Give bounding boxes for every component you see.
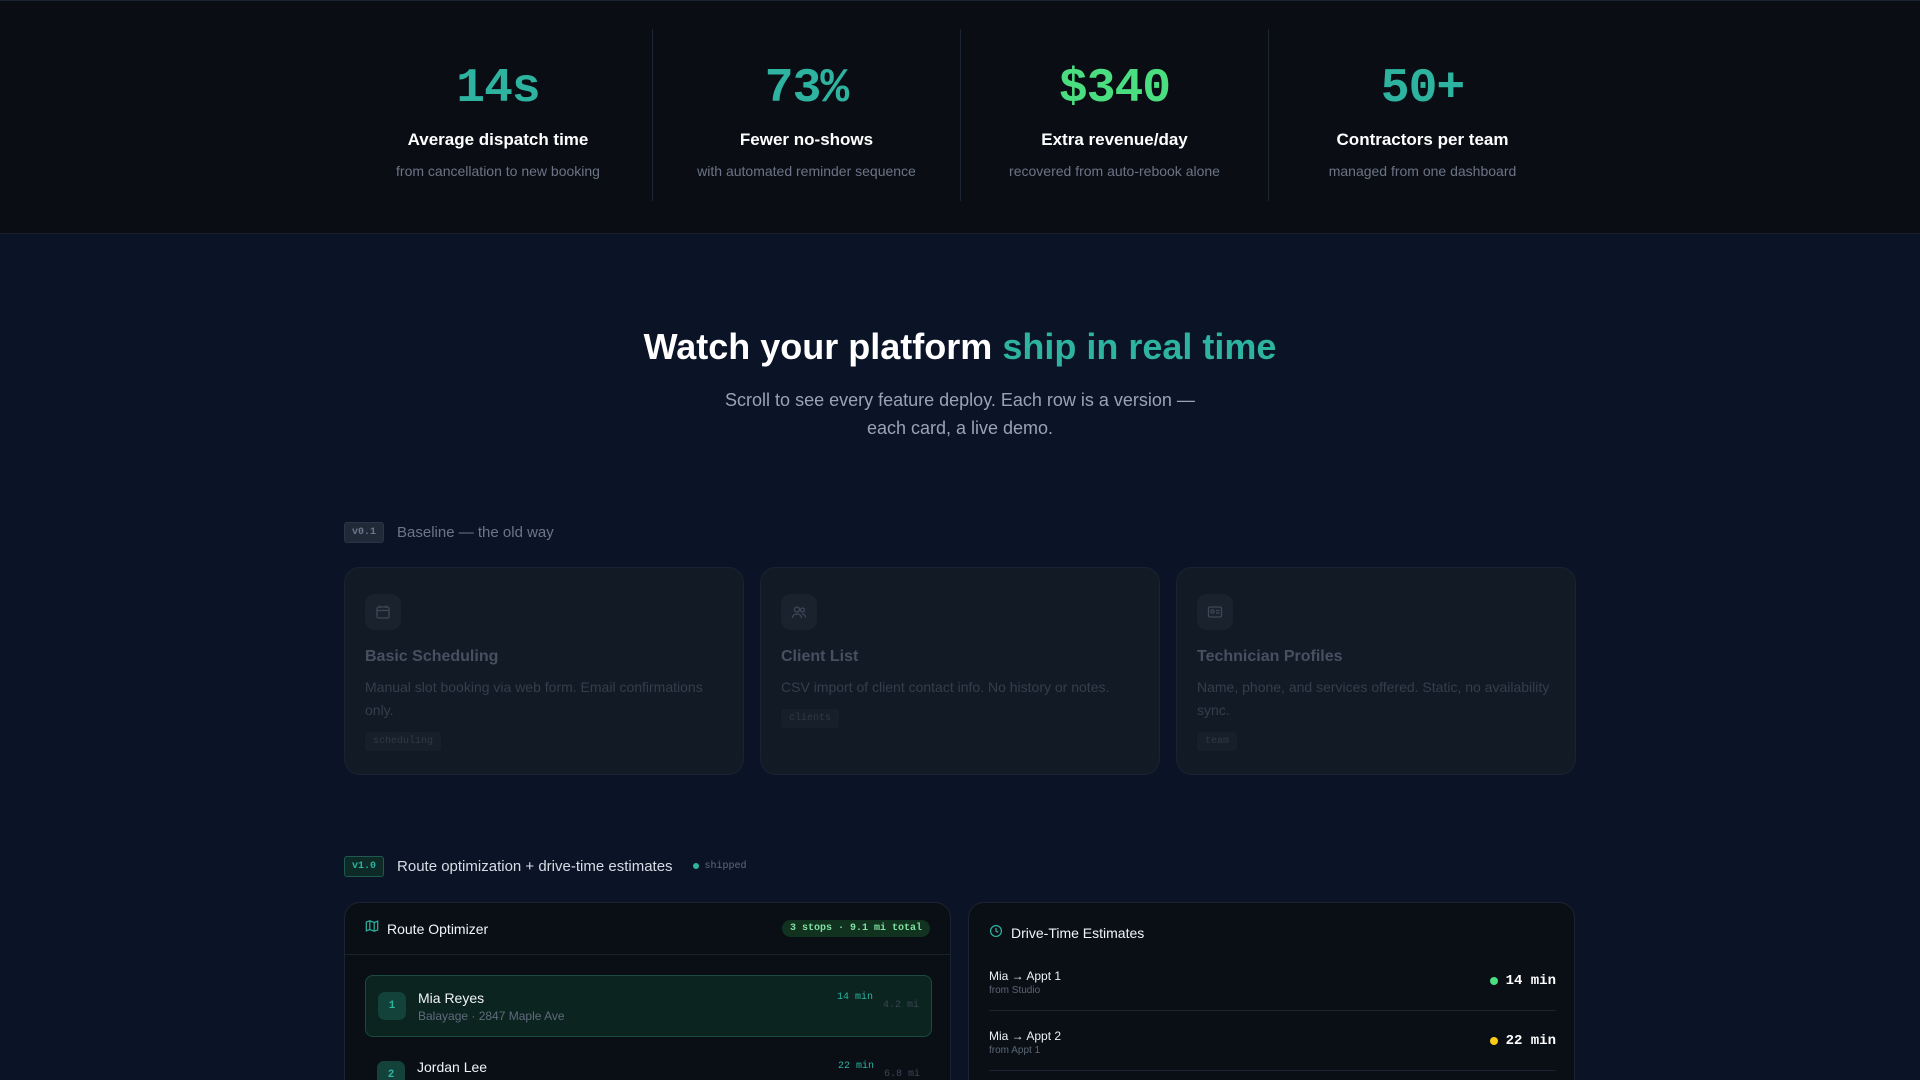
id-card-icon <box>1197 594 1233 630</box>
feature-card-basic-scheduling: Basic Scheduling Manual slot booking via… <box>344 567 744 775</box>
stop-number: 2 <box>377 1061 405 1080</box>
card-description: CSV import of client contact info. No hi… <box>781 679 1110 695</box>
stats-band: 14s Average dispatch time from cancellat… <box>0 0 1920 234</box>
card-title: Basic Scheduling <box>365 648 499 665</box>
hero-subtitle: Scroll to see every feature deploy. Each… <box>725 390 1195 438</box>
drive-minutes: 22 min <box>1505 1033 1556 1049</box>
card-tag: clients <box>781 709 840 728</box>
panel-header: Route Optimizer 3 stops · 9.1 mi total <box>345 903 950 955</box>
panel-title: Route Optimizer <box>387 920 489 937</box>
clock-icon <box>989 924 1003 943</box>
version-label: Route optimization + drive-time estimate… <box>397 857 673 875</box>
stop-drive-time: 22 min <box>837 1061 874 1072</box>
users-icon <box>781 594 817 630</box>
status-dot <box>1489 1037 1498 1045</box>
card-description: Manual slot booking via web form. Email … <box>365 679 703 718</box>
card-tag: team <box>1197 732 1238 751</box>
stop-client-name: Mia Reyes <box>418 990 485 1006</box>
route-summary-badge: 3 stops · 9.1 mi total <box>781 920 930 937</box>
drive-origin: from Appt 1 <box>989 1045 1041 1056</box>
route-stop[interactable]: 1 Mia Reyes Balayage · 2847 Maple Ave 14… <box>365 975 932 1037</box>
drive-route: Mia → Appt 2 <box>989 1029 1062 1043</box>
stat-contractors: 50+ Contractors per team managed from on… <box>1268 29 1576 201</box>
stat-subtitle: managed from one dashboard <box>1328 163 1517 179</box>
drive-time-row: Mia → Appt 1 from Studio 14 min <box>989 961 1556 1011</box>
stop-client-name: Jordan Lee <box>417 1059 488 1075</box>
stat-value: 14s <box>456 62 540 116</box>
status-dot <box>692 863 699 869</box>
stat-subtitle: recovered from auto-rebook alone <box>1009 163 1220 179</box>
panel-title: Drive-Time Estimates <box>1011 925 1145 941</box>
card-title: Technician Profiles <box>1197 648 1343 665</box>
drive-route: Mia → Appt 1 <box>989 969 1062 983</box>
version-label: Baseline — the old way <box>397 523 554 541</box>
version-row-release: v1.0 Route optimization + drive-time est… <box>344 854 747 878</box>
route-stop[interactable]: 2 Jordan Lee 22 min 6.8 mi <box>365 1045 932 1080</box>
status-dot <box>1489 977 1498 985</box>
drive-time-row: Mia → Appt 2 from Appt 1 22 min <box>989 1021 1556 1071</box>
stat-value: 73% <box>764 62 849 116</box>
stat-title: Average dispatch time <box>407 130 589 149</box>
stat-title: Extra revenue/day <box>1041 130 1188 149</box>
stop-number: 1 <box>378 992 406 1020</box>
card-title: Client List <box>781 648 859 665</box>
stat-no-shows: 73% Fewer no-shows with automated remind… <box>652 29 960 201</box>
version-tag: v0.1 <box>344 521 385 543</box>
drive-minutes: 14 min <box>1505 973 1556 989</box>
drive-time-value: 22 min <box>1489 1033 1556 1049</box>
drive-time-value: 14 min <box>1489 973 1556 989</box>
panel-header: Drive-Time Estimates <box>969 903 1574 963</box>
stat-title: Contractors per team <box>1336 130 1509 149</box>
status-badge: shipped <box>692 860 747 872</box>
stat-dispatch-time: 14s Average dispatch time from cancellat… <box>344 29 652 201</box>
drive-time-panel: Drive-Time Estimates Mia → Appt 1 from S… <box>968 902 1575 1080</box>
stat-extra-revenue: $340 Extra revenue/day recovered from au… <box>960 29 1268 201</box>
stop-drive-time: 14 min <box>836 992 873 1003</box>
stat-subtitle: from cancellation to new booking <box>396 163 600 179</box>
stat-value: $340 <box>1058 62 1171 116</box>
version-tag: v1.0 <box>344 855 385 877</box>
stat-subtitle: with automated reminder sequence <box>697 163 916 179</box>
drive-origin: from Studio <box>989 985 1041 996</box>
card-tag: scheduling <box>365 732 442 751</box>
stop-detail: Balayage · 2847 Maple Ave <box>418 1009 565 1023</box>
stop-distance: 6.8 mi <box>883 1069 920 1080</box>
route-optimizer-panel: Route Optimizer 3 stops · 9.1 mi total 1… <box>344 902 951 1080</box>
feature-card-technician-profiles: Technician Profiles Name, phone, and ser… <box>1176 567 1576 775</box>
hero-title: Watch your platform ship in real time <box>0 326 1920 368</box>
status-label: shipped <box>704 860 747 872</box>
stat-value: 50+ <box>1380 62 1465 116</box>
feature-card-client-list: Client List CSV import of client contact… <box>760 567 1160 775</box>
stop-distance: 4.2 mi <box>882 1000 919 1011</box>
stat-title: Fewer no-shows <box>739 130 874 149</box>
calendar-icon <box>365 594 401 630</box>
hero-title-main: Watch your platform <box>643 326 993 367</box>
map-icon <box>365 919 379 938</box>
version-row-baseline: v0.1 Baseline — the old way <box>344 520 554 544</box>
hero-title-accent: ship in real time <box>1002 326 1277 367</box>
card-description: Name, phone, and services offered. Stati… <box>1197 679 1550 718</box>
